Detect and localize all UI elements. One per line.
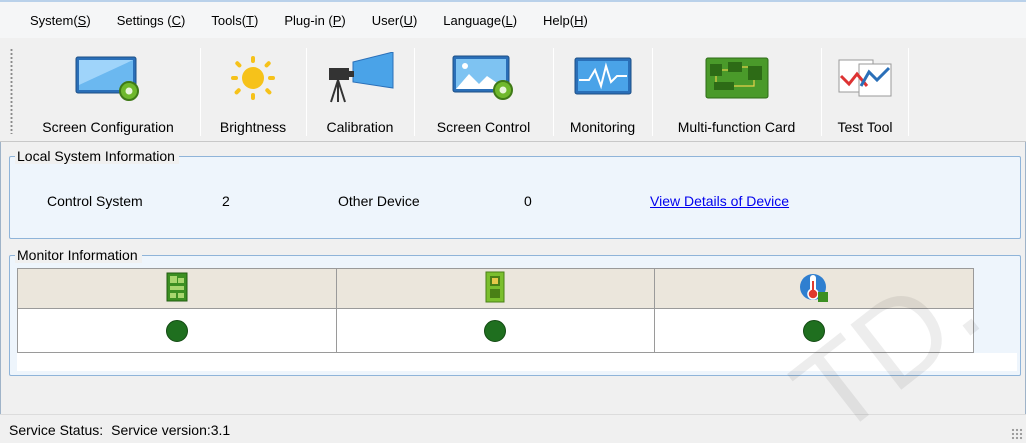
toolbar-separator [908, 48, 909, 136]
tool-label: Multi-function Card [677, 119, 796, 135]
other-device-count: 0 [524, 193, 532, 209]
monitor-table [17, 268, 974, 353]
menu-settings[interactable]: Settings (C) [117, 13, 186, 28]
toolbar-grip[interactable] [10, 48, 13, 134]
tool-label: Brightness [219, 119, 287, 135]
monitoring-icon [573, 50, 633, 106]
thermometer-icon [800, 274, 829, 302]
tool-label: Monitoring [569, 119, 636, 135]
circuit-card-icon [704, 50, 770, 106]
monitor-header-cell[interactable] [335, 268, 656, 309]
menu-help[interactable]: Help(H) [543, 13, 588, 28]
menu-user[interactable]: User(U) [372, 13, 418, 28]
tool-label: Screen Configuration [42, 119, 174, 135]
menu-bar: System(S) Settings (C) Tools(T) Plug-in … [0, 0, 1026, 38]
local-system-group: Local System Information Control System … [9, 148, 1021, 239]
view-details-link[interactable]: View Details of Device [650, 193, 789, 209]
status-bar: Service Status: Service version:3.1 [0, 414, 1026, 443]
toolbar-separator [652, 48, 653, 136]
monitor-title: Monitor Information [15, 247, 142, 263]
sending-card-icon [166, 272, 188, 302]
screen-configuration-icon [73, 50, 143, 106]
menu-system[interactable]: System(S) [30, 13, 91, 28]
service-status-label: Service Status: [9, 422, 104, 438]
menu-tools[interactable]: Tools(T) [211, 13, 258, 28]
toolbar-separator [414, 48, 415, 136]
monitor-header-cell[interactable] [654, 268, 974, 309]
monitor-group: Monitor Information [9, 247, 1021, 376]
multi-function-card-button[interactable]: Multi-function Card [655, 44, 818, 138]
monitor-status-cell [17, 308, 337, 353]
tool-label: Calibration [326, 119, 394, 135]
monitor-status-cell [335, 308, 656, 353]
screen-control-icon [451, 50, 517, 106]
control-system-count: 2 [222, 193, 230, 209]
tool-label: Test Tool [837, 119, 893, 135]
monitor-empty-area [17, 353, 1017, 371]
local-system-title: Local System Information [15, 148, 179, 164]
test-tool-button[interactable]: Test Tool [824, 44, 906, 138]
toolbar-separator [821, 48, 822, 136]
monitor-status-cell [654, 308, 974, 353]
toolbar-separator [200, 48, 201, 136]
camera-icon [325, 50, 395, 106]
brightness-button[interactable]: Brightness [203, 44, 303, 138]
sun-icon [228, 50, 278, 106]
toolbar-separator [306, 48, 307, 136]
tool-label: Screen Control [436, 119, 531, 135]
service-version: Service version:3.1 [111, 422, 231, 438]
calibration-button[interactable]: Calibration [309, 44, 411, 138]
receiving-card-icon [485, 271, 505, 303]
screen-control-button[interactable]: Screen Control [417, 44, 550, 138]
menu-language[interactable]: Language(L) [443, 13, 517, 28]
other-device-label: Other Device [338, 193, 420, 209]
monitor-header-row [17, 268, 974, 309]
status-ok-indicator [484, 319, 507, 342]
status-ok-indicator [165, 319, 188, 342]
monitor-header-cell[interactable] [17, 268, 337, 309]
toolbar: Screen Configuration Brightness Calibrat… [0, 38, 1026, 142]
monitor-status-row [17, 308, 974, 353]
test-chart-icon [835, 50, 895, 106]
menu-plugin[interactable]: Plug-in (P) [284, 13, 345, 28]
control-system-label: Control System [47, 193, 143, 209]
monitoring-button[interactable]: Monitoring [556, 44, 649, 138]
toolbar-separator [553, 48, 554, 136]
screen-configuration-button[interactable]: Screen Configuration [20, 44, 196, 138]
resize-grip[interactable] [1011, 428, 1023, 440]
status-ok-indicator [803, 319, 826, 342]
